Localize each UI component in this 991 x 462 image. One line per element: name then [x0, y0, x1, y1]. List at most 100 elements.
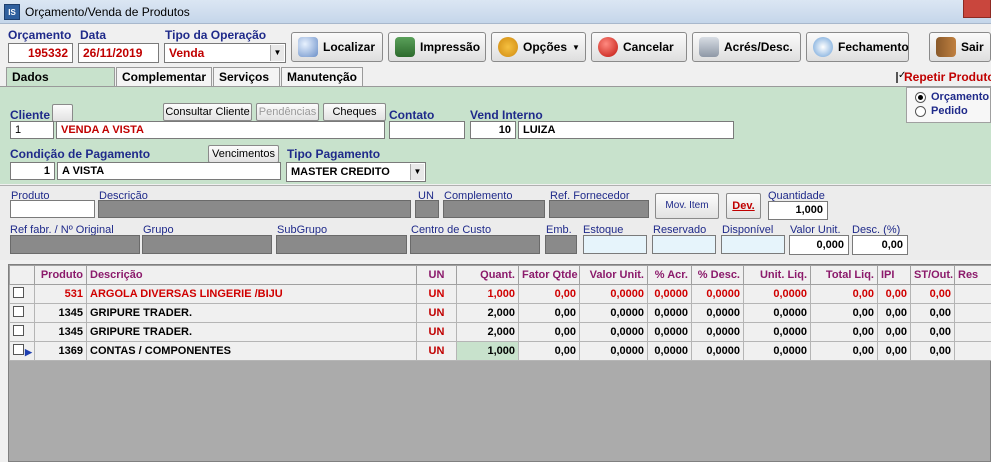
dev-button[interactable]: Dev.	[726, 193, 761, 219]
contato-label: Contato	[389, 108, 435, 122]
gear-icon	[498, 37, 518, 57]
col-descricao[interactable]: Descrição	[86, 265, 417, 285]
date-field[interactable]: 26/11/2019	[78, 43, 159, 63]
cell-ipi: 0,00	[877, 284, 911, 304]
acres-desc-button[interactable]: Acrés/Desc.	[692, 32, 801, 62]
row-select-cell[interactable]	[9, 284, 35, 304]
radio-orcamento[interactable]: Orçamento	[915, 91, 989, 103]
col-res[interactable]: Res	[954, 265, 991, 285]
cell-quant: 1,000	[456, 284, 519, 304]
data-label: Data	[80, 28, 107, 42]
cell-ipi: 0,00	[877, 341, 911, 361]
produto-input[interactable]	[10, 200, 95, 218]
col-ipi[interactable]: IPI	[877, 265, 911, 285]
cell-st: 0,00	[910, 303, 955, 323]
table-row[interactable]: 531 ARGOLA DIVERSAS LINGERIE /BIJU UN 1,…	[9, 284, 991, 304]
vend-code-field[interactable]: 10	[470, 121, 516, 139]
cell-unit-liq: 0,0000	[743, 284, 811, 304]
exit-door-icon	[936, 37, 956, 57]
cell-un: UN	[416, 284, 457, 304]
emb-field	[545, 235, 577, 254]
estoque-field	[583, 235, 647, 254]
col-unit-liq[interactable]: Unit. Liq.	[743, 265, 811, 285]
cell-produto: 1345	[34, 322, 87, 342]
cell-descricao: GRIPURE TRADER.	[86, 322, 417, 342]
checkbox-icon	[13, 306, 24, 317]
row-select-cell[interactable]	[9, 322, 35, 342]
tipo-operacao-select[interactable]: Venda ▼	[164, 43, 286, 63]
contato-field[interactable]	[389, 121, 465, 139]
cliente-code-field[interactable]: 1	[10, 121, 54, 139]
localizar-button[interactable]: Localizar	[291, 32, 383, 62]
col-fator[interactable]: Fator Qtde	[518, 265, 580, 285]
col-valor-unit[interactable]: Valor Unit.	[579, 265, 648, 285]
current-row-pointer-icon: ▶	[25, 347, 32, 357]
table-row-current[interactable]: ▶ 1369 CONTAS / COMPONENTES UN 1,000 0,0…	[9, 341, 991, 361]
ref-fornecedor-field	[549, 200, 649, 218]
radio-pedido[interactable]: Pedido	[915, 105, 968, 117]
fechamento-button[interactable]: Fechamento	[806, 32, 909, 62]
cliente-label: Cliente	[10, 108, 51, 122]
chevron-down-icon: ▼	[572, 42, 580, 52]
tab-manutencao[interactable]: Manutenção	[281, 67, 363, 87]
checkbox-icon	[13, 287, 24, 298]
vend-interno-label: Vend Interno	[470, 108, 543, 122]
grid-header-row: Produto Descrição UN Quant. Fator Qtde V…	[9, 265, 991, 285]
cliente-name-field[interactable]: VENDA A VISTA	[56, 121, 385, 139]
cell-total-liq: 0,00	[810, 341, 878, 361]
cell-st: 0,00	[910, 341, 955, 361]
cell-valor-unit: 0,0000	[579, 322, 648, 342]
row-select-cell[interactable]: ▶	[9, 341, 35, 361]
col-total-liq[interactable]: Total Liq.	[810, 265, 878, 285]
impressao-button[interactable]: Impressão	[388, 32, 486, 62]
tab-dados-principais[interactable]: Dados Principais	[6, 67, 115, 102]
cell-desc: 0,0000	[691, 322, 744, 342]
cliente-lookup-button[interactable]	[52, 104, 73, 122]
orcamento-number-field[interactable]: 195332	[8, 43, 73, 63]
cheques-button[interactable]: Cheques	[323, 103, 386, 121]
tipo-pagamento-select[interactable]: MASTER CREDITO ▼	[286, 162, 426, 182]
tipo-operacao-value: Venda	[169, 46, 205, 60]
tab-servicos[interactable]: Serviços	[213, 67, 280, 87]
cell-produto: 1345	[34, 303, 87, 323]
col-produto[interactable]: Produto	[34, 265, 87, 285]
cell-res	[954, 303, 991, 323]
col-desc[interactable]: % Desc.	[691, 265, 744, 285]
reservado-field	[652, 235, 716, 254]
sair-button[interactable]: Sair	[929, 32, 991, 62]
vencimentos-button[interactable]: Vencimentos	[208, 145, 279, 163]
opcoes-button[interactable]: Opções ▼	[491, 32, 586, 62]
consultar-cliente-button[interactable]: Consultar Cliente	[163, 103, 252, 121]
col-st[interactable]: ST/Out.	[910, 265, 955, 285]
condicao-name-field[interactable]: A VISTA	[57, 162, 281, 180]
cell-st: 0,00	[910, 284, 955, 304]
stop-icon	[598, 37, 618, 57]
vend-name-field[interactable]: LUIZA	[518, 121, 734, 139]
app-icon: IS	[4, 4, 20, 20]
cell-valor-unit: 0,0000	[579, 341, 648, 361]
repetir-produto-checkbox[interactable]: ✓ Repetir Produto	[896, 70, 991, 84]
cell-produto: 1369	[34, 341, 87, 361]
table-row[interactable]: 1345 GRIPURE TRADER. UN 2,000 0,00 0,000…	[9, 303, 991, 323]
col-quant[interactable]: Quant.	[456, 265, 519, 285]
valor-unit-field[interactable]: 0,000	[789, 235, 849, 255]
table-row[interactable]: 1345 GRIPURE TRADER. UN 2,000 0,00 0,000…	[9, 322, 991, 342]
desc-pct-field[interactable]: 0,00	[852, 235, 908, 255]
centro-custo-field	[410, 235, 540, 254]
row-select-cell[interactable]	[9, 303, 35, 323]
col-acr[interactable]: % Acr.	[647, 265, 692, 285]
mov-item-button[interactable]: Mov. Item	[655, 193, 719, 219]
cell-un: UN	[416, 303, 457, 323]
quantidade-field[interactable]: 1,000	[768, 201, 828, 220]
col-un[interactable]: UN	[416, 265, 457, 285]
condicao-code-field[interactable]: 1	[10, 162, 55, 180]
tab-complementar[interactable]: Complementar	[116, 67, 212, 87]
cell-fator: 0,00	[518, 284, 580, 304]
cell-quant[interactable]: 1,000	[456, 341, 519, 361]
cancelar-button[interactable]: Cancelar	[591, 32, 687, 62]
pendencias-button[interactable]: Pendências	[256, 103, 319, 121]
tipo-operacao-label: Tipo da Operação	[165, 28, 267, 42]
cell-total-liq: 0,00	[810, 284, 878, 304]
close-window-button[interactable]	[963, 0, 991, 18]
items-grid: Produto Descrição UN Quant. Fator Qtde V…	[8, 264, 991, 462]
